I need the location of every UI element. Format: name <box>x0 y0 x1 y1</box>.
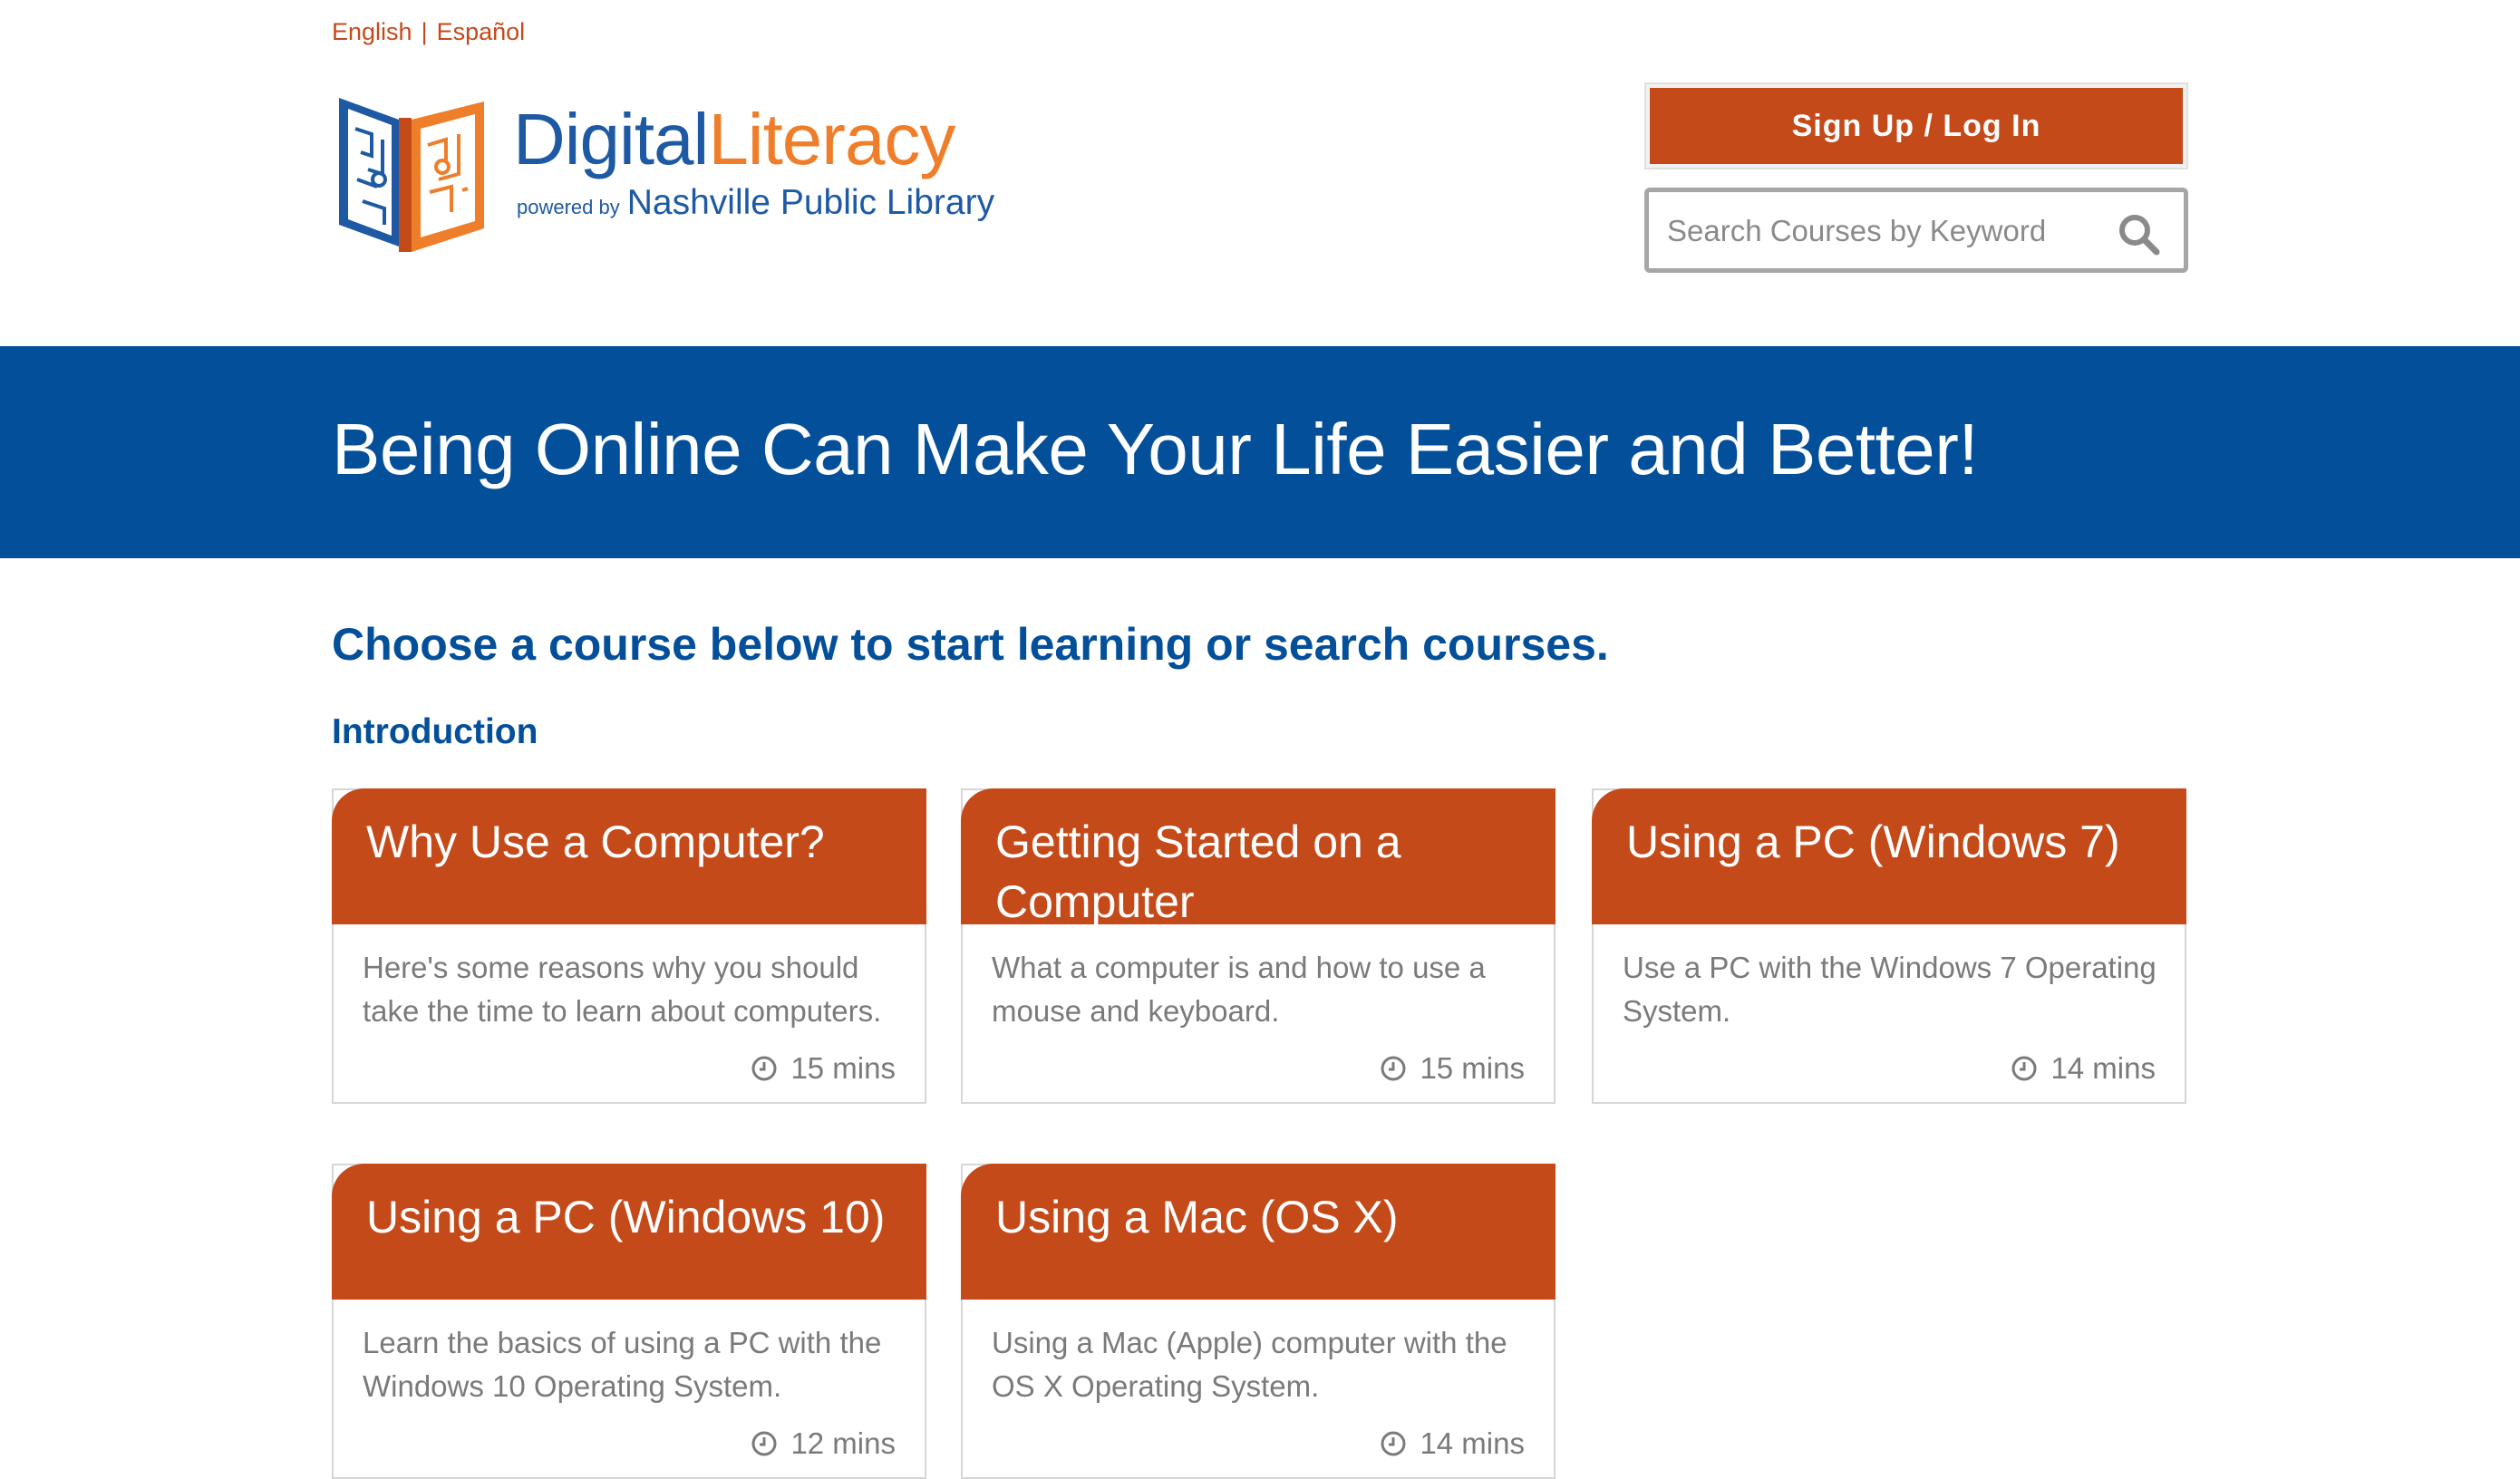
search-icon[interactable] <box>2117 212 2160 256</box>
course-card[interactable]: Using a PC (Windows 7) Use a PC with the… <box>1592 788 2186 1104</box>
clock-icon <box>2011 1056 2037 1081</box>
hero-banner: Being Online Can Make Your Life Easier a… <box>0 346 2520 558</box>
course-duration: 15 mins <box>1380 1051 1525 1086</box>
course-card[interactable]: Using a PC (Windows 10) Learn the basics… <box>332 1164 926 1479</box>
course-title: Using a PC (Windows 10) <box>366 1192 886 1242</box>
site-logo[interactable]: DigitalLiteracy powered by Nashville Publ… <box>335 92 994 260</box>
course-description: What a computer is and how to use a mous… <box>992 951 1486 1028</box>
clock-icon <box>751 1431 777 1456</box>
course-title: Using a Mac (OS X) <box>995 1192 1399 1242</box>
course-description: Use a PC with the Windows 7 Operating Sy… <box>1623 951 2157 1028</box>
logo-tagline: powered by Nashville Public Library <box>517 183 994 223</box>
course-title: Why Use a Computer? <box>366 817 825 867</box>
course-card[interactable]: Getting Started on a Computer What a com… <box>961 788 1556 1104</box>
course-title: Using a PC (Windows 7) <box>1626 817 2120 867</box>
course-card-header: Using a PC (Windows 10) <box>332 1164 926 1300</box>
logo-library-name: Nashville Public Library <box>626 183 995 222</box>
logo-powered-by: powered by <box>517 196 620 218</box>
course-description: Using a Mac (Apple) computer with the OS… <box>992 1326 1507 1403</box>
course-description: Here's some reasons why you should take … <box>363 951 882 1028</box>
clock-icon <box>751 1056 777 1081</box>
course-card-header: Using a Mac (OS X) <box>961 1164 1556 1300</box>
course-duration: 15 mins <box>751 1051 896 1086</box>
book-logo-icon <box>339 98 484 252</box>
course-duration-text: 14 mins <box>1420 1426 1525 1460</box>
course-card[interactable]: Using a Mac (OS X) Using a Mac (Apple) c… <box>961 1164 1556 1479</box>
course-card-header: Using a PC (Windows 7) <box>1592 788 2186 924</box>
language-separator: | <box>421 18 428 45</box>
course-search-box <box>1644 188 2188 273</box>
course-card-header: Why Use a Computer? <box>332 788 926 924</box>
language-english-link[interactable]: English <box>332 18 412 45</box>
language-switcher: English | Español <box>332 18 525 46</box>
course-duration-text: 14 mins <box>2050 1051 2156 1085</box>
logo-digital-text: Digital <box>513 99 709 179</box>
section-title-introduction: Introduction <box>332 712 538 751</box>
course-card-header: Getting Started on a Computer <box>961 788 1556 927</box>
logo-wordmark: DigitalLiteracy <box>513 103 955 176</box>
course-description: Learn the basics of using a PC with the … <box>363 1326 882 1403</box>
course-duration: 14 mins <box>2011 1051 2156 1086</box>
course-duration-text: 15 mins <box>790 1051 896 1085</box>
course-duration: 12 mins <box>751 1426 896 1461</box>
search-input[interactable] <box>1665 192 2104 270</box>
page-subtitle: Choose a course below to start learning … <box>332 619 1609 670</box>
course-duration-text: 12 mins <box>790 1426 896 1460</box>
logo-literacy-text: Literacy <box>708 99 955 179</box>
course-duration: 14 mins <box>1380 1426 1525 1461</box>
clock-icon <box>1381 1056 1406 1081</box>
signup-login-button[interactable]: Sign Up / Log In <box>1646 84 2186 168</box>
course-duration-text: 15 mins <box>1420 1051 1525 1085</box>
hero-title: Being Online Can Make Your Life Easier a… <box>332 409 1979 489</box>
clock-icon <box>1381 1431 1406 1456</box>
course-card[interactable]: Why Use a Computer? Here's some reasons … <box>332 788 926 1104</box>
course-title: Getting Started on a Computer <box>995 817 1401 927</box>
language-spanish-link[interactable]: Español <box>437 18 526 45</box>
